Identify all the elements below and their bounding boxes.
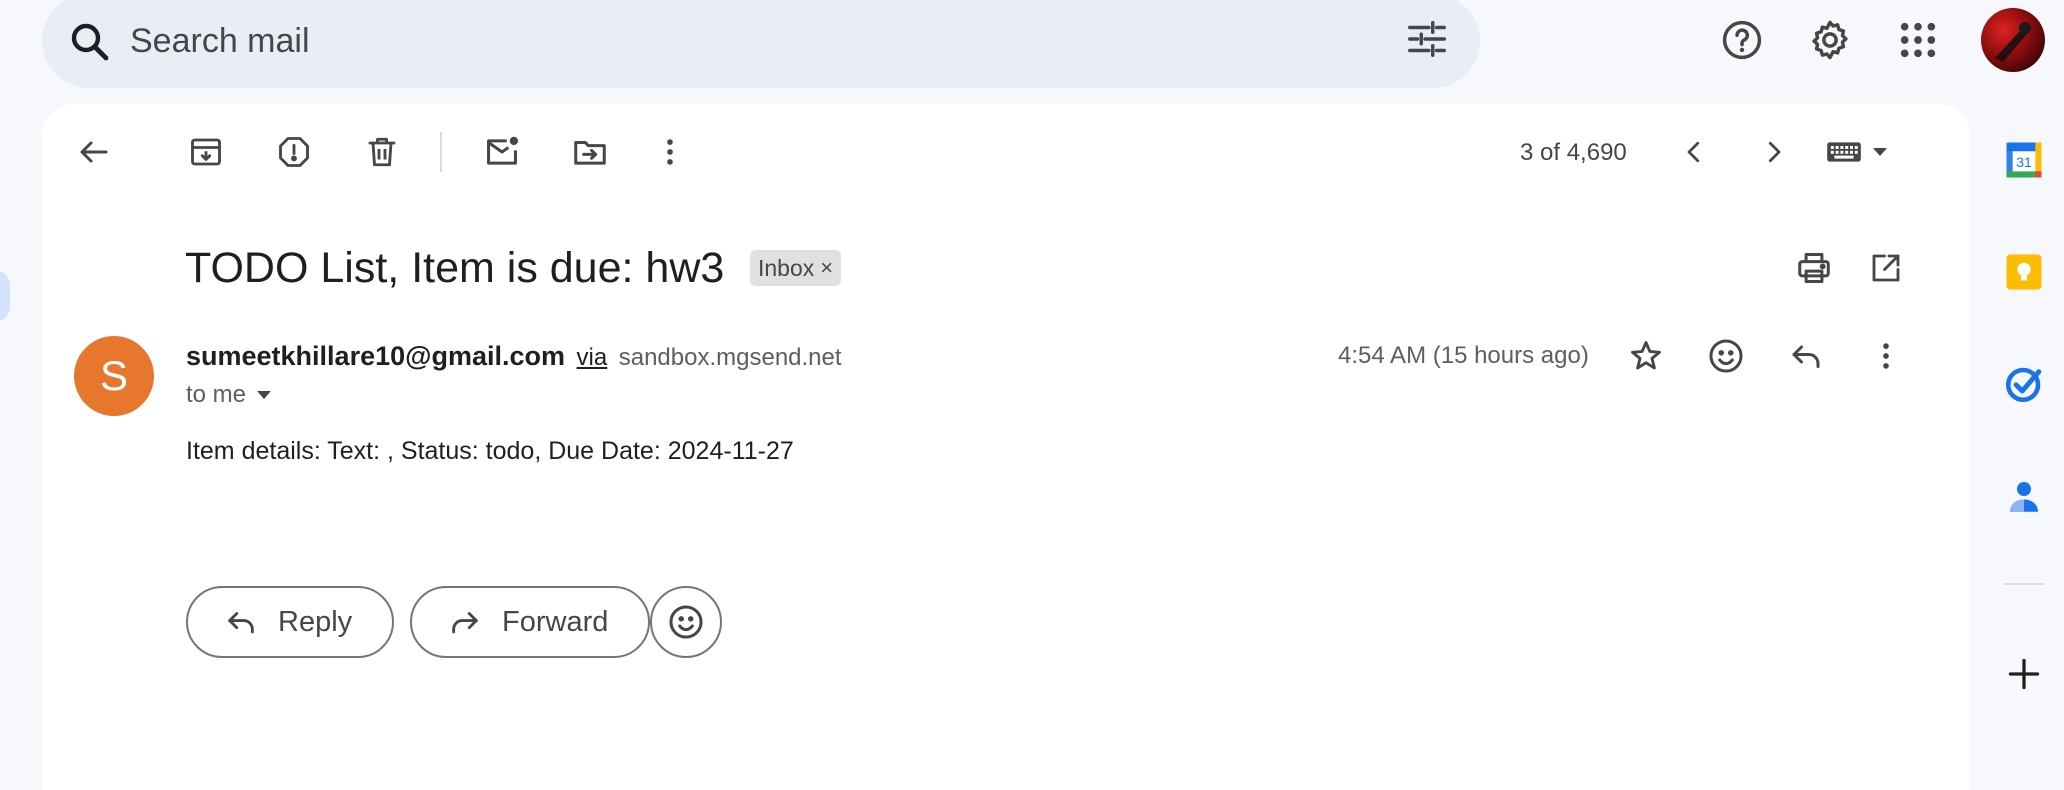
contacts-icon[interactable] <box>1998 470 2050 522</box>
sender-avatar[interactable]: S <box>74 336 154 416</box>
reply-button[interactable]: Reply <box>186 586 395 658</box>
archive-icon[interactable] <box>178 124 234 180</box>
forward-button-label: Forward <box>502 605 609 638</box>
account-avatar[interactable] <box>1981 8 2045 72</box>
input-tools-button[interactable] <box>1826 134 1896 170</box>
tune-icon[interactable] <box>1404 16 1450 62</box>
reply-icon[interactable] <box>1778 328 1834 384</box>
message-timestamp: 4:54 AM (15 hours ago) <box>1338 342 1589 369</box>
keyboard-icon <box>1827 142 1861 162</box>
mark-unread-icon[interactable] <box>474 124 530 180</box>
move-to-icon[interactable] <box>562 124 618 180</box>
forward-icon <box>452 612 478 634</box>
side-nav-handle[interactable] <box>0 270 10 322</box>
help-icon[interactable] <box>1716 14 1768 66</box>
chevron-left-icon[interactable] <box>1666 124 1722 180</box>
open-in-new-window-icon[interactable] <box>1858 240 1914 296</box>
search-input[interactable]: Search mail <box>130 19 310 63</box>
email-body: Item details: Text: , Status: todo, Due … <box>186 437 794 465</box>
inbox-label-chip: Inbox × <box>750 250 842 286</box>
gear-icon[interactable] <box>1804 14 1856 66</box>
reply-icon <box>228 612 254 634</box>
emoji-reaction-button[interactable] <box>650 586 722 658</box>
search-icon[interactable] <box>66 18 114 66</box>
add-reaction-icon <box>669 605 703 639</box>
add-reaction-icon[interactable] <box>1698 328 1754 384</box>
plus-icon[interactable] <box>1998 648 2050 700</box>
reply-button-label: Reply <box>278 605 353 638</box>
forward-button[interactable]: Forward <box>410 586 651 658</box>
recipient-details-toggle[interactable]: to me <box>186 381 272 409</box>
keep-icon[interactable] <box>1998 246 2050 298</box>
pagination-count: 3 of 4,690 <box>1520 139 1627 166</box>
caret-down-icon <box>1873 148 1887 156</box>
apps-grid-icon[interactable] <box>1892 14 1944 66</box>
caret-down-icon <box>257 391 272 399</box>
star-icon[interactable] <box>1618 328 1674 384</box>
more-vert-icon[interactable] <box>642 124 698 180</box>
toolbar-divider <box>440 132 442 172</box>
sender-line: sumeetkhillare10@gmail.com via sandbox.m… <box>186 339 842 375</box>
via-link[interactable]: via <box>577 344 608 371</box>
recipient-label: to me <box>186 381 247 408</box>
side-panel-divider <box>2004 583 2044 585</box>
calendar-day: 31 <box>2016 154 2032 170</box>
print-icon[interactable] <box>1786 240 1842 296</box>
back-arrow-icon[interactable] <box>66 124 122 180</box>
message-more-vert-icon[interactable] <box>1858 328 1914 384</box>
email-subject: TODO List, Item is due: hw3 <box>185 244 725 292</box>
label-chip-text: Inbox <box>758 254 815 281</box>
remove-label-icon[interactable]: × <box>820 255 833 281</box>
delete-icon[interactable] <box>354 124 410 180</box>
via-domain: sandbox.mgsend.net <box>618 344 842 371</box>
report-spam-icon[interactable] <box>266 124 322 180</box>
calendar-icon[interactable]: 31 <box>1998 134 2050 186</box>
tasks-icon[interactable] <box>1998 358 2050 410</box>
chevron-right-icon[interactable] <box>1746 124 1802 180</box>
sender-email[interactable]: sumeetkhillare10@gmail.com <box>186 341 565 371</box>
